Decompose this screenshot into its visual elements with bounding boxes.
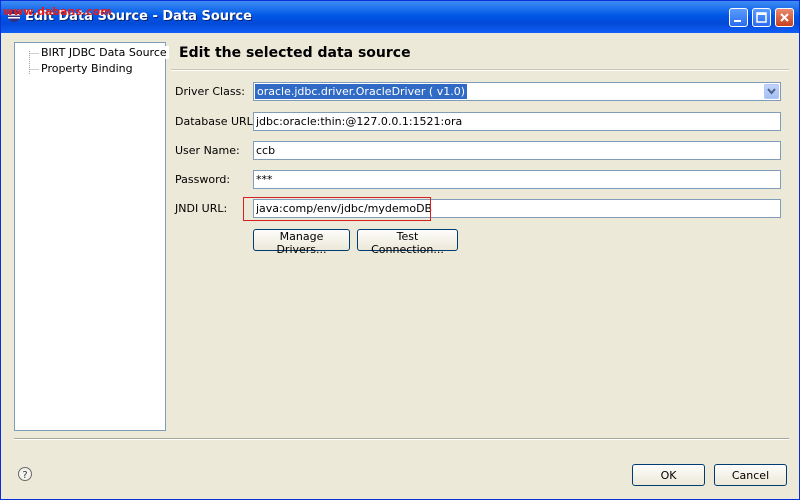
maximize-icon <box>756 12 767 23</box>
cancel-button[interactable]: Cancel <box>714 464 787 486</box>
test-connection-button[interactable]: Test Connection... <box>357 229 458 256</box>
tree-item-property-binding[interactable]: Property Binding <box>39 62 135 75</box>
ok-button[interactable]: OK <box>632 464 705 486</box>
driver-class-label: Driver Class: <box>175 85 245 98</box>
database-url-input[interactable] <box>254 113 780 130</box>
manage-drivers-button[interactable]: Manage Drivers... <box>253 229 350 256</box>
header-divider <box>171 69 789 71</box>
database-url-field[interactable] <box>253 112 781 131</box>
dropdown-button[interactable] <box>764 84 779 99</box>
title-bar[interactable]: www.dabans.com Edit Data Source - Data S… <box>1 1 799 33</box>
minimize-button[interactable] <box>729 8 748 27</box>
close-icon <box>780 13 789 22</box>
help-icon[interactable]: ? <box>17 466 33 482</box>
page-title: Edit the selected data source <box>179 45 411 61</box>
jndi-url-label: JNDI URL: <box>175 202 228 215</box>
annotation-highlight-box <box>243 197 431 221</box>
tree-item-birt-jdbc-data-source[interactable]: BIRT JDBC Data Source <box>39 46 169 59</box>
navigation-tree: BIRT JDBC Data Source Property Binding <box>14 42 169 431</box>
user-name-label: User Name: <box>175 144 240 157</box>
minimize-icon <box>734 20 741 22</box>
password-input[interactable] <box>254 171 780 188</box>
driver-class-select[interactable]: oracle.jdbc.driver.OracleDriver ( v1.0) <box>253 82 781 101</box>
password-field[interactable] <box>253 170 781 189</box>
user-name-input[interactable] <box>254 142 780 159</box>
driver-class-value: oracle.jdbc.driver.OracleDriver ( v1.0) <box>255 84 467 99</box>
watermark-text: www.dabans.com <box>3 5 112 18</box>
database-url-label: Database URL: <box>175 115 257 128</box>
user-name-field[interactable] <box>253 141 781 160</box>
dialog-window: www.dabans.com Edit Data Source - Data S… <box>0 0 800 500</box>
maximize-button[interactable] <box>752 8 771 27</box>
footer-divider <box>14 438 789 440</box>
main-panel: Edit the selected data source Driver Cla… <box>171 41 789 433</box>
svg-text:?: ? <box>22 470 27 481</box>
close-button[interactable] <box>775 8 794 27</box>
chevron-down-icon <box>767 88 776 95</box>
password-label: Password: <box>175 173 231 186</box>
